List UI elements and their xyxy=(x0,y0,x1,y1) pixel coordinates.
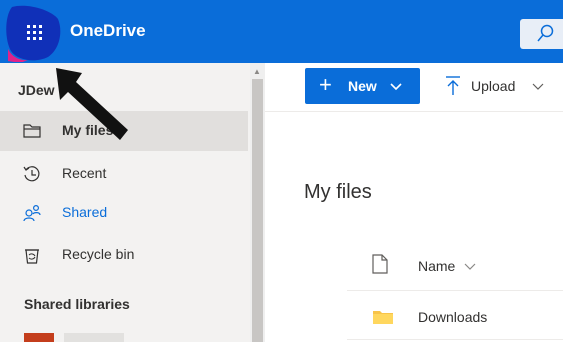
file-name[interactable]: Downloads xyxy=(418,309,487,325)
app-title[interactable]: OneDrive xyxy=(70,21,146,41)
sidebar-scrollbar[interactable]: ▲ xyxy=(250,63,265,342)
plus-icon: + xyxy=(319,72,332,97)
search-icon xyxy=(537,24,554,42)
list-item[interactable]: Downloads xyxy=(347,291,563,339)
sidebar-item-label: Recycle bin xyxy=(62,246,135,262)
sidebar-item-shared[interactable]: Shared xyxy=(0,193,248,233)
column-name-label: Name xyxy=(418,258,456,274)
top-bar: OneDrive xyxy=(0,0,563,63)
app-launcher-button[interactable] xyxy=(6,5,62,63)
chevron-down-icon xyxy=(390,83,402,91)
sidebar-item-recent[interactable]: Recent xyxy=(0,154,248,194)
clock-icon xyxy=(23,166,40,182)
app-launcher-icon xyxy=(6,5,61,63)
library-avatar[interactable] xyxy=(24,333,54,342)
chevron-down-icon xyxy=(532,83,544,90)
new-button-label: New xyxy=(348,78,377,94)
upload-label: Upload xyxy=(471,78,516,94)
divider xyxy=(347,339,563,340)
sidebar-item-label: Recent xyxy=(62,165,107,181)
folder-icon xyxy=(373,311,393,324)
people-icon xyxy=(23,204,41,222)
search-box[interactable] xyxy=(520,19,563,49)
sidebar-item-label: Shared xyxy=(62,204,108,220)
file-type-icon xyxy=(372,254,388,274)
page-title: My files xyxy=(304,181,372,203)
scrollbar-thumb[interactable] xyxy=(252,79,263,342)
scroll-up-icon[interactable]: ▲ xyxy=(253,67,261,76)
shared-libraries-heading: Shared libraries xyxy=(24,296,130,312)
library-item[interactable] xyxy=(64,333,124,342)
chevron-down-icon[interactable] xyxy=(464,262,476,272)
new-button[interactable]: + New xyxy=(305,68,420,104)
folder-icon xyxy=(23,124,41,138)
arrow-annotation xyxy=(56,68,128,140)
sidebar-item-recycle-bin[interactable]: Recycle bin xyxy=(0,235,248,275)
upload-icon xyxy=(446,76,460,95)
trash-icon xyxy=(25,249,39,264)
